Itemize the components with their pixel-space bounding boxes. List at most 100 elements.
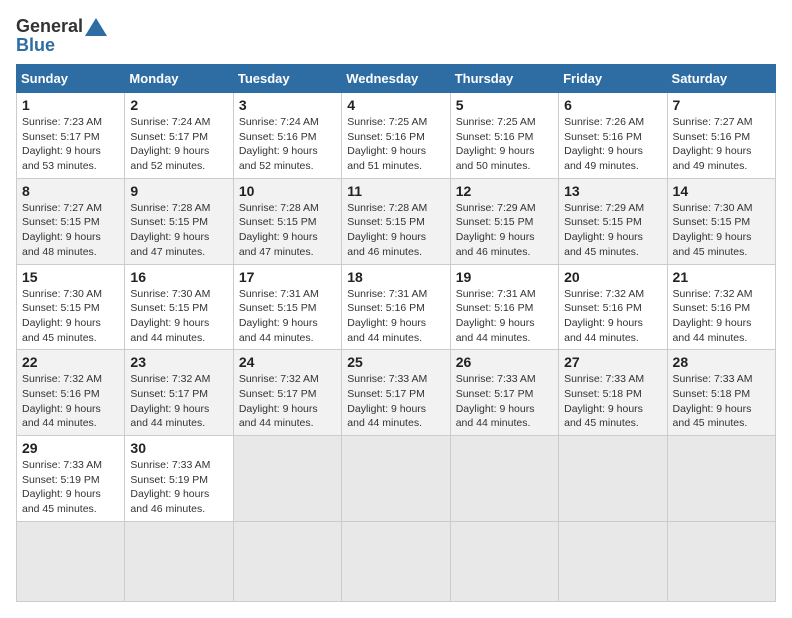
day-info: Sunrise: 7:33 AM Sunset: 5:19 PM Dayligh… bbox=[130, 458, 227, 517]
sunset-text: Sunset: 5:16 PM bbox=[673, 302, 751, 314]
sunset-text: Sunset: 5:16 PM bbox=[347, 302, 425, 314]
calendar-cell bbox=[233, 521, 341, 601]
day-number: 11 bbox=[347, 183, 444, 199]
calendar-cell bbox=[559, 521, 667, 601]
calendar-cell: 21 Sunrise: 7:32 AM Sunset: 5:16 PM Dayl… bbox=[667, 264, 775, 350]
daylight-text: Daylight: 9 hours and 49 minutes. bbox=[564, 145, 643, 172]
daylight-text: Daylight: 9 hours and 50 minutes. bbox=[456, 145, 535, 172]
sunrise-text: Sunrise: 7:25 AM bbox=[347, 116, 427, 128]
day-info: Sunrise: 7:32 AM Sunset: 5:16 PM Dayligh… bbox=[22, 372, 119, 431]
calendar-cell: 24 Sunrise: 7:32 AM Sunset: 5:17 PM Dayl… bbox=[233, 350, 341, 436]
day-number: 9 bbox=[130, 183, 227, 199]
weekday-header-tuesday: Tuesday bbox=[233, 65, 341, 93]
sunset-text: Sunset: 5:15 PM bbox=[130, 302, 208, 314]
sunrise-text: Sunrise: 7:32 AM bbox=[673, 288, 753, 300]
day-info: Sunrise: 7:27 AM Sunset: 5:15 PM Dayligh… bbox=[22, 201, 119, 260]
day-number: 24 bbox=[239, 354, 336, 370]
daylight-text: Daylight: 9 hours and 44 minutes. bbox=[130, 317, 209, 344]
sunset-text: Sunset: 5:15 PM bbox=[673, 216, 751, 228]
daylight-text: Daylight: 9 hours and 44 minutes. bbox=[347, 403, 426, 430]
daylight-text: Daylight: 9 hours and 46 minutes. bbox=[130, 488, 209, 515]
daylight-text: Daylight: 9 hours and 44 minutes. bbox=[564, 317, 643, 344]
day-info: Sunrise: 7:27 AM Sunset: 5:16 PM Dayligh… bbox=[673, 115, 770, 174]
sunset-text: Sunset: 5:15 PM bbox=[456, 216, 534, 228]
day-number: 10 bbox=[239, 183, 336, 199]
calendar-cell bbox=[450, 521, 558, 601]
calendar-cell: 3 Sunrise: 7:24 AM Sunset: 5:16 PM Dayli… bbox=[233, 93, 341, 179]
day-number: 23 bbox=[130, 354, 227, 370]
day-number: 15 bbox=[22, 269, 119, 285]
daylight-text: Daylight: 9 hours and 44 minutes. bbox=[239, 317, 318, 344]
day-info: Sunrise: 7:32 AM Sunset: 5:16 PM Dayligh… bbox=[564, 287, 661, 346]
day-number: 2 bbox=[130, 97, 227, 113]
calendar-cell: 9 Sunrise: 7:28 AM Sunset: 5:15 PM Dayli… bbox=[125, 178, 233, 264]
calendar-cell: 6 Sunrise: 7:26 AM Sunset: 5:16 PM Dayli… bbox=[559, 93, 667, 179]
day-number: 8 bbox=[22, 183, 119, 199]
sunrise-text: Sunrise: 7:32 AM bbox=[22, 373, 102, 385]
day-info: Sunrise: 7:28 AM Sunset: 5:15 PM Dayligh… bbox=[347, 201, 444, 260]
sunset-text: Sunset: 5:16 PM bbox=[673, 131, 751, 143]
sunset-text: Sunset: 5:15 PM bbox=[239, 216, 317, 228]
sunset-text: Sunset: 5:16 PM bbox=[347, 131, 425, 143]
sunset-text: Sunset: 5:17 PM bbox=[456, 388, 534, 400]
weekday-header-sunday: Sunday bbox=[17, 65, 125, 93]
sunrise-text: Sunrise: 7:29 AM bbox=[564, 202, 644, 214]
sunrise-text: Sunrise: 7:28 AM bbox=[347, 202, 427, 214]
sunset-text: Sunset: 5:17 PM bbox=[22, 131, 100, 143]
daylight-text: Daylight: 9 hours and 48 minutes. bbox=[22, 231, 101, 258]
calendar-row-2: 8 Sunrise: 7:27 AM Sunset: 5:15 PM Dayli… bbox=[17, 178, 776, 264]
day-info: Sunrise: 7:33 AM Sunset: 5:17 PM Dayligh… bbox=[456, 372, 553, 431]
sunset-text: Sunset: 5:15 PM bbox=[239, 302, 317, 314]
day-number: 14 bbox=[673, 183, 770, 199]
day-number: 18 bbox=[347, 269, 444, 285]
logo: General Blue bbox=[16, 16, 107, 56]
daylight-text: Daylight: 9 hours and 45 minutes. bbox=[564, 231, 643, 258]
calendar-row-5: 29 Sunrise: 7:33 AM Sunset: 5:19 PM Dayl… bbox=[17, 436, 776, 522]
day-number: 7 bbox=[673, 97, 770, 113]
calendar-cell: 27 Sunrise: 7:33 AM Sunset: 5:18 PM Dayl… bbox=[559, 350, 667, 436]
sunrise-text: Sunrise: 7:31 AM bbox=[239, 288, 319, 300]
calendar-cell: 30 Sunrise: 7:33 AM Sunset: 5:19 PM Dayl… bbox=[125, 436, 233, 522]
calendar-row-4: 22 Sunrise: 7:32 AM Sunset: 5:16 PM Dayl… bbox=[17, 350, 776, 436]
sunrise-text: Sunrise: 7:32 AM bbox=[239, 373, 319, 385]
sunrise-text: Sunrise: 7:29 AM bbox=[456, 202, 536, 214]
calendar-cell bbox=[233, 436, 341, 522]
daylight-text: Daylight: 9 hours and 45 minutes. bbox=[673, 231, 752, 258]
calendar-cell bbox=[342, 436, 450, 522]
calendar-cell bbox=[450, 436, 558, 522]
day-number: 5 bbox=[456, 97, 553, 113]
calendar-cell: 29 Sunrise: 7:33 AM Sunset: 5:19 PM Dayl… bbox=[17, 436, 125, 522]
sunset-text: Sunset: 5:17 PM bbox=[130, 131, 208, 143]
sunset-text: Sunset: 5:16 PM bbox=[239, 131, 317, 143]
sunset-text: Sunset: 5:16 PM bbox=[22, 388, 100, 400]
daylight-text: Daylight: 9 hours and 52 minutes. bbox=[239, 145, 318, 172]
sunset-text: Sunset: 5:16 PM bbox=[564, 131, 642, 143]
day-info: Sunrise: 7:25 AM Sunset: 5:16 PM Dayligh… bbox=[347, 115, 444, 174]
sunrise-text: Sunrise: 7:30 AM bbox=[130, 288, 210, 300]
sunrise-text: Sunrise: 7:27 AM bbox=[22, 202, 102, 214]
day-number: 12 bbox=[456, 183, 553, 199]
daylight-text: Daylight: 9 hours and 44 minutes. bbox=[456, 403, 535, 430]
sunrise-text: Sunrise: 7:30 AM bbox=[22, 288, 102, 300]
sunrise-text: Sunrise: 7:33 AM bbox=[130, 459, 210, 471]
sunset-text: Sunset: 5:18 PM bbox=[564, 388, 642, 400]
weekday-header-thursday: Thursday bbox=[450, 65, 558, 93]
sunrise-text: Sunrise: 7:27 AM bbox=[673, 116, 753, 128]
day-number: 16 bbox=[130, 269, 227, 285]
logo-general-text: General bbox=[16, 16, 83, 37]
daylight-text: Daylight: 9 hours and 45 minutes. bbox=[22, 317, 101, 344]
day-info: Sunrise: 7:26 AM Sunset: 5:16 PM Dayligh… bbox=[564, 115, 661, 174]
logo-icon bbox=[85, 18, 107, 36]
day-info: Sunrise: 7:31 AM Sunset: 5:16 PM Dayligh… bbox=[456, 287, 553, 346]
day-number: 13 bbox=[564, 183, 661, 199]
day-info: Sunrise: 7:32 AM Sunset: 5:17 PM Dayligh… bbox=[130, 372, 227, 431]
sunset-text: Sunset: 5:15 PM bbox=[347, 216, 425, 228]
calendar-cell: 2 Sunrise: 7:24 AM Sunset: 5:17 PM Dayli… bbox=[125, 93, 233, 179]
day-info: Sunrise: 7:29 AM Sunset: 5:15 PM Dayligh… bbox=[564, 201, 661, 260]
weekday-header-monday: Monday bbox=[125, 65, 233, 93]
calendar-cell bbox=[559, 436, 667, 522]
day-info: Sunrise: 7:30 AM Sunset: 5:15 PM Dayligh… bbox=[130, 287, 227, 346]
daylight-text: Daylight: 9 hours and 47 minutes. bbox=[130, 231, 209, 258]
calendar-cell: 25 Sunrise: 7:33 AM Sunset: 5:17 PM Dayl… bbox=[342, 350, 450, 436]
day-info: Sunrise: 7:29 AM Sunset: 5:15 PM Dayligh… bbox=[456, 201, 553, 260]
